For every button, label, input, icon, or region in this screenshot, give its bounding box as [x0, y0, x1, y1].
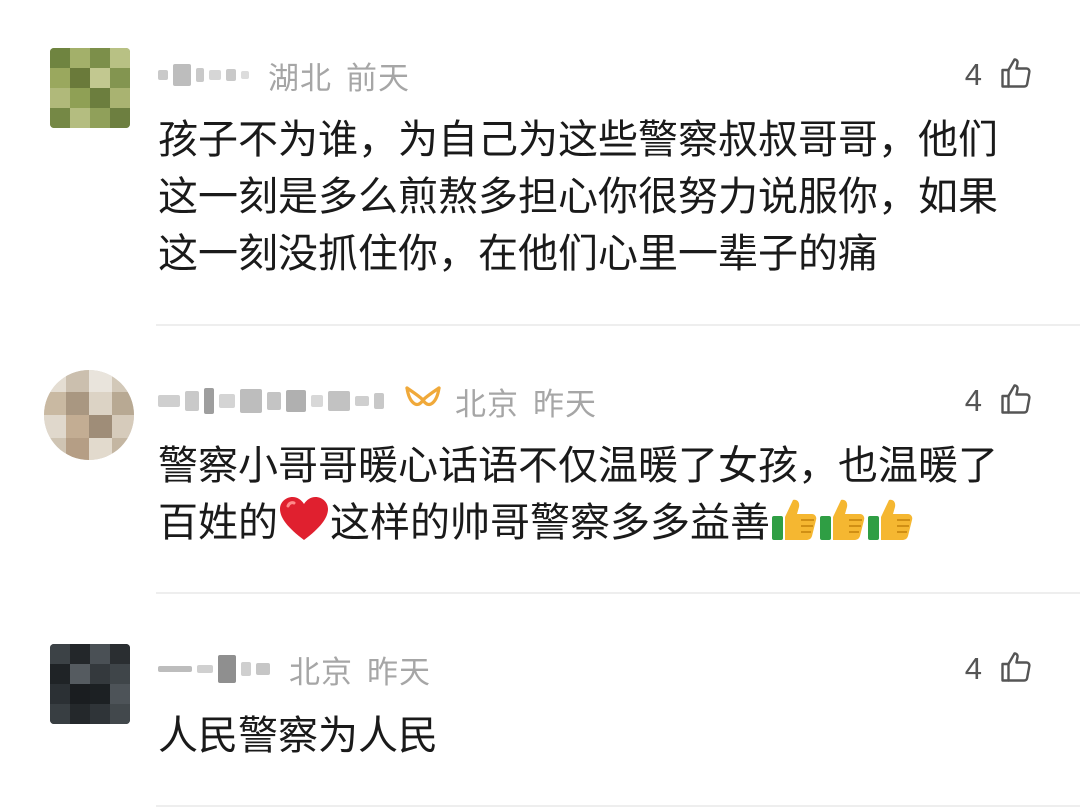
blurred-username[interactable]	[158, 649, 275, 689]
avatar[interactable]	[50, 48, 130, 128]
blurred-username[interactable]	[158, 381, 389, 421]
blurred-username[interactable]	[158, 55, 254, 95]
comment-meta: 北京 昨天	[158, 376, 597, 426]
location-label: 北京	[455, 386, 519, 423]
location-label: 北京	[289, 654, 353, 691]
comment-text: 孩子不为谁，为自己为这些警察叔叔哥哥，他们这一刻是多么煎熬多担心你很努力说服你，…	[158, 117, 998, 277]
time-label: 前天	[346, 60, 410, 97]
vip-badge-icon	[403, 384, 443, 418]
thumbs-up-emoji-icon	[770, 496, 818, 558]
like-button[interactable]: 4	[965, 376, 1034, 426]
comment-item: 湖北 前天 4 孩子不为谁，为自己为这些警察叔叔哥哥，他们这一刻是多么煎熬多担心你…	[0, 0, 1080, 326]
comment-meta: 湖北 前天	[158, 50, 410, 100]
comment-item: 北京 昨天 4 人民警察为人民	[0, 594, 1080, 807]
location-label: 湖北	[268, 60, 332, 97]
time-label: 昨天	[367, 654, 431, 691]
comment-text: 人民警察为人民	[158, 713, 438, 759]
avatar[interactable]	[50, 644, 130, 724]
like-count: 4	[964, 651, 982, 686]
comment-text: 警察小哥哥暖心话语不仅温暖了女孩，也温暖了百姓的 这样的帅哥警察多多益善	[158, 438, 1018, 558]
like-count: 4	[964, 57, 982, 92]
thumbs-up-icon	[998, 649, 1034, 689]
thumbs-up-emoji-icon	[818, 496, 866, 558]
comment-text-part: 这样的帅哥警察多多益善	[330, 500, 770, 546]
thumbs-up-emoji-icon	[866, 496, 914, 558]
thumbs-up-icon	[998, 55, 1034, 95]
thumbs-up-icon	[998, 381, 1034, 421]
like-count: 4	[964, 383, 982, 418]
comment-item: 北京 昨天 4 警察小哥哥暖心话语不仅温暖了女孩，也温暖了百姓的 这样的帅哥警察多多…	[0, 326, 1080, 594]
red-heart-emoji-icon	[278, 496, 330, 558]
time-label: 昨天	[533, 386, 597, 423]
avatar[interactable]	[44, 370, 134, 460]
like-button[interactable]: 4	[965, 644, 1034, 694]
like-button[interactable]: 4	[965, 50, 1034, 100]
comment-meta: 北京 昨天	[158, 644, 431, 694]
